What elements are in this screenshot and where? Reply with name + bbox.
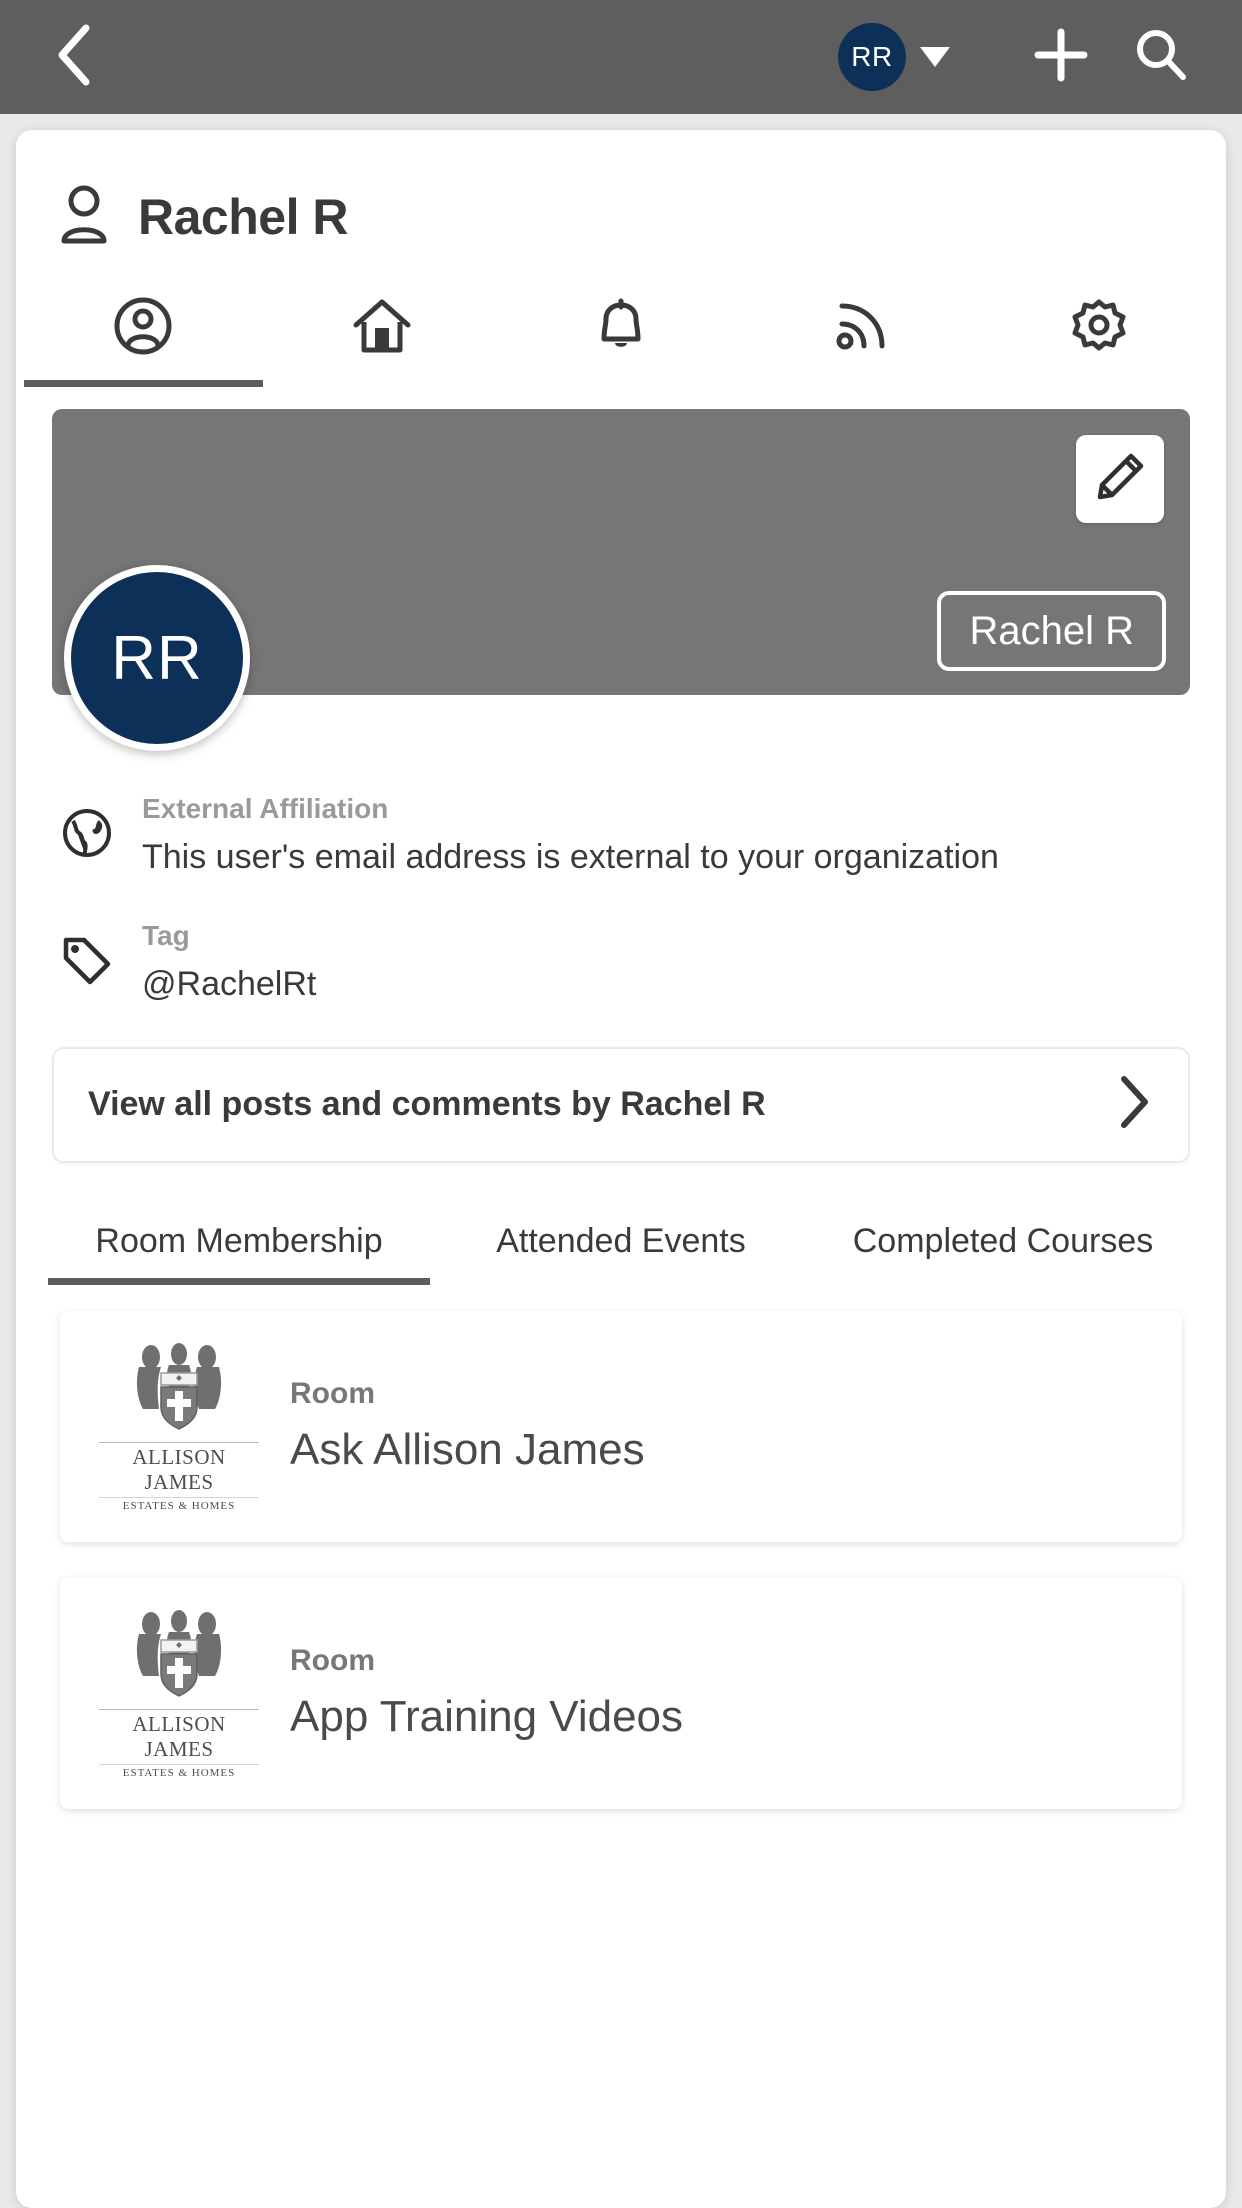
globe-icon [56,793,118,880]
section-tab-bar: Room Membership Attended Events Complete… [48,1219,1194,1285]
info-body: External Affiliation This user's email a… [142,793,1186,880]
pencil-icon [1093,450,1147,509]
chevron-left-icon [52,24,96,91]
view-all-posts-link[interactable]: View all posts and comments by Rachel R [52,1046,1190,1163]
room-logo-primary: ALLISON JAMES [99,1708,259,1765]
profile-banner-wrap: Rachel R RR [52,409,1190,751]
chevron-down-icon [920,47,950,67]
plus-icon [1032,26,1090,89]
page-title: Rachel R [16,130,1226,249]
room-kicker: Room [290,1644,375,1678]
info-value: @RachelRt [142,964,317,1003]
section-tab-room-membership[interactable]: Room Membership [48,1219,430,1285]
room-text: Room Ask Allison James [272,1377,1148,1475]
section-tab-underline [812,1278,1194,1285]
home-icon [351,295,413,362]
profile-info-list: External Affiliation This user's email a… [16,695,1226,1007]
account-avatar-initials: RR [851,41,893,72]
gear-icon [1068,295,1130,362]
room-name: Ask Allison James [290,1425,645,1475]
room-name: App Training Videos [290,1692,684,1742]
tab-home[interactable] [263,287,502,387]
section-tab-label: Completed Courses [852,1221,1154,1260]
account-menu-button[interactable]: RR [838,23,950,91]
appbar-actions: RR [838,20,1198,94]
section-tab-completed-courses[interactable]: Completed Courses [812,1219,1194,1285]
info-body: Tag @RachelRt [142,920,1186,1007]
top-app-bar: RR [0,0,1242,114]
room-logo-secondary: ESTATES & HOMES [122,1499,236,1512]
tab-notifications[interactable] [502,287,741,387]
section-tab-label: Room Membership [95,1221,383,1260]
room-logo: ALLISON JAMES ESTATES & HOMES [94,1608,264,1779]
edit-banner-button[interactable] [1076,435,1164,523]
info-value: This user's email address is external to… [142,838,999,876]
tag-icon [56,920,118,1007]
tab-underline [979,380,1218,387]
section-tab-label: Attended Events [496,1221,746,1260]
profile-avatar[interactable]: RR [64,565,250,751]
room-logo: ALLISON JAMES ESTATES & HOMES [94,1341,264,1512]
user-circle-icon [112,295,174,362]
info-row-tag: Tag @RachelRt [56,920,1186,1007]
section-tab-attended-events[interactable]: Attended Events [430,1219,812,1285]
room-list: ALLISON JAMES ESTATES & HOMES Room Ask A… [16,1285,1226,1809]
room-kicker: Room [290,1377,375,1411]
section-tab-active-underline [48,1277,430,1285]
tab-underline [263,380,502,387]
info-label: Tag [142,919,190,951]
view-all-posts-label: View all posts and comments by Rachel R [88,1085,766,1124]
person-icon [56,184,112,249]
info-label: External Affiliation [142,793,389,824]
tab-underline [502,380,741,387]
room-text: Room App Training Videos [272,1644,1148,1742]
room-logo-secondary: ESTATES & HOMES [122,1766,236,1779]
room-logo-primary: ALLISON JAMES [99,1441,259,1498]
icon-tab-bar [16,287,1226,387]
rss-icon [829,295,891,362]
info-row-external-affiliation: External Affiliation This user's email a… [56,793,1186,880]
profile-avatar-initials: RR [111,623,203,693]
profile-card: Rachel R Rachel R RR External Affiliatio… [16,130,1226,2208]
tab-profile[interactable] [24,287,263,387]
page-title-text: Rachel R [138,188,348,245]
section-tab-underline [430,1278,812,1285]
search-button[interactable] [1124,20,1198,94]
account-avatar: RR [838,23,906,91]
tab-feed[interactable] [740,287,979,387]
coat-of-arms-icon: ALLISON JAMES ESTATES & HOMES [99,1608,259,1779]
banner-display-name: Rachel R [937,591,1166,671]
add-button[interactable] [1024,20,1098,94]
list-item[interactable]: ALLISON JAMES ESTATES & HOMES Room App T… [60,1577,1182,1809]
search-icon [1132,26,1190,89]
chevron-right-icon [1114,1074,1154,1135]
back-button[interactable] [44,24,104,87]
list-item[interactable]: ALLISON JAMES ESTATES & HOMES Room Ask A… [60,1310,1182,1542]
tab-settings[interactable] [979,287,1218,387]
coat-of-arms-icon: ALLISON JAMES ESTATES & HOMES [99,1341,259,1512]
tab-active-underline [24,380,263,387]
bell-icon [590,295,652,362]
tab-underline [740,380,979,387]
